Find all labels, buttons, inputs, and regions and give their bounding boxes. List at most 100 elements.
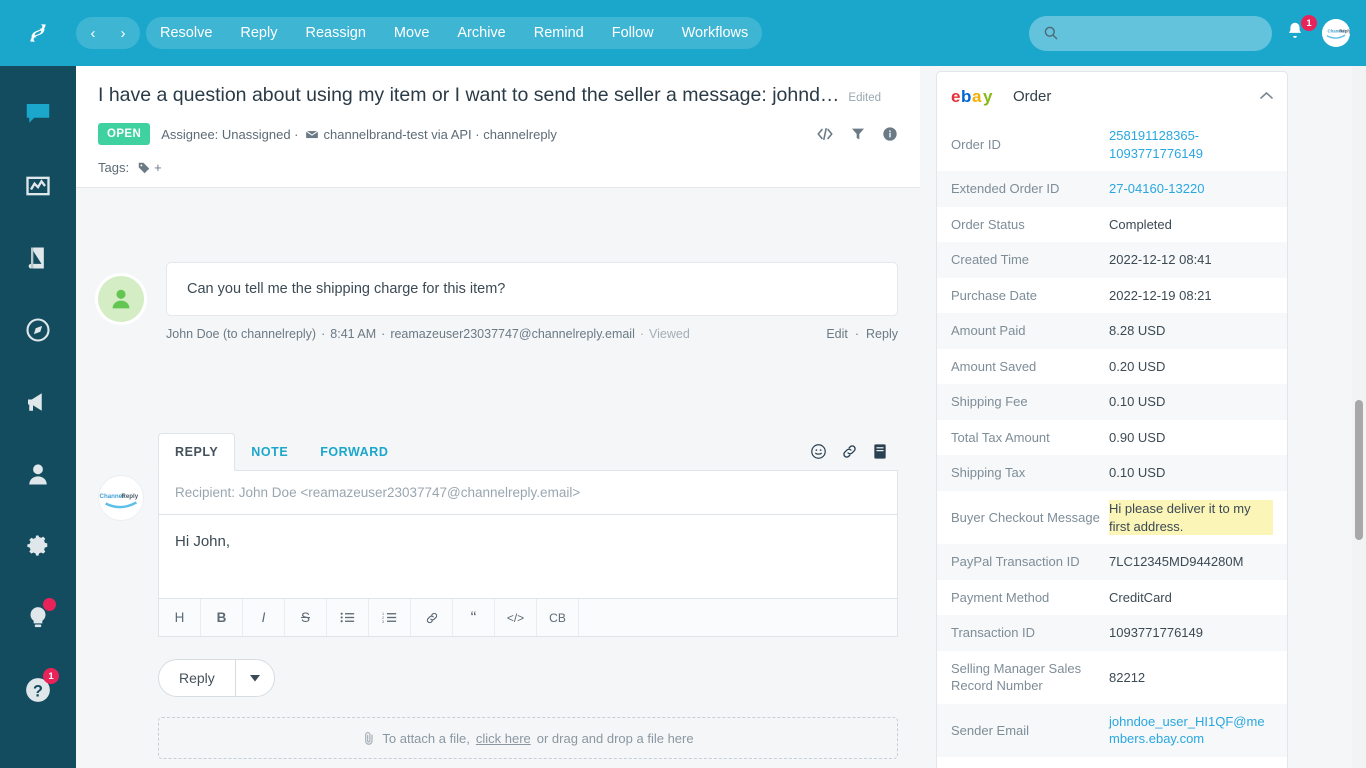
sidebar-item-ideas[interactable] xyxy=(12,592,64,644)
row-key: Amount Paid xyxy=(951,323,1026,339)
ideas-dot-badge xyxy=(43,598,56,611)
sidebar-item-docs[interactable] xyxy=(12,232,64,284)
avatar xyxy=(98,276,144,322)
search-box[interactable] xyxy=(1029,15,1272,51)
order-row: Transaction ID 1093771776149 xyxy=(937,615,1287,651)
action-reassign[interactable]: Reassign xyxy=(291,17,379,49)
ticket-subject: I have a question about using my item or… xyxy=(98,84,840,106)
sidebar-item-messages[interactable] xyxy=(12,376,64,428)
composer-header-icons xyxy=(810,443,898,460)
sidebar-item-customers[interactable] xyxy=(12,448,64,500)
top-navigation-bar: ‹ › Resolve Reply Reassign Move Archive … xyxy=(0,0,1366,66)
back-button[interactable]: ‹ xyxy=(78,18,108,48)
person-icon xyxy=(112,289,130,309)
reply-composer: Channel Reply REPLY NOTE FORWARD Recipie… xyxy=(76,433,920,759)
sidebar-item-help[interactable]: ? 1 xyxy=(12,664,64,716)
ticket-header-icons xyxy=(816,126,898,142)
action-workflows[interactable]: Workflows xyxy=(668,17,763,49)
row-key: Selling Manager Sales Record Number xyxy=(951,660,1082,694)
sidebar-item-conversations[interactable] xyxy=(12,88,64,140)
order-row: Extended Order ID 27-04160-13220 xyxy=(937,171,1287,207)
message-edit-button[interactable]: Edit xyxy=(826,327,848,341)
action-reply[interactable]: Reply xyxy=(226,17,291,49)
send-reply-button[interactable]: Reply xyxy=(159,660,235,696)
order-row: Shipping Fee 0.10 USD xyxy=(937,384,1287,420)
ticket-header-card: I have a question about using my item or… xyxy=(76,66,920,188)
conversation-thread: Can you tell me the shipping charge for … xyxy=(76,262,920,341)
insert-link-icon[interactable] xyxy=(411,599,453,636)
message-editor[interactable]: Hi John, xyxy=(158,515,898,599)
app-logo[interactable] xyxy=(0,0,76,66)
gear-icon xyxy=(27,535,48,556)
row-key: Sender Email xyxy=(951,722,1030,738)
action-follow[interactable]: Follow xyxy=(598,17,668,49)
action-archive[interactable]: Archive xyxy=(443,17,519,49)
filter-icon[interactable] xyxy=(850,126,866,142)
row-value: 1093771776149 xyxy=(1109,625,1203,641)
recipient-field[interactable]: Recipient: John Doe <reamazeuser23037747… xyxy=(158,471,898,515)
bullet-list-icon[interactable] xyxy=(327,599,369,636)
quote-icon[interactable]: “ xyxy=(453,599,495,636)
composer-tabs: REPLY NOTE FORWARD xyxy=(158,433,898,471)
message-reply-button[interactable]: Reply xyxy=(866,327,898,341)
attach-prefix: To attach a file, xyxy=(382,730,470,746)
row-key: Extended Order ID xyxy=(951,181,1060,197)
mailbox-icon xyxy=(305,130,318,139)
add-tag-button[interactable]: + xyxy=(154,160,162,175)
row-value[interactable]: 258191128365-1093771776149 xyxy=(1109,127,1273,162)
bold-icon[interactable]: B xyxy=(201,599,243,636)
tab-reply[interactable]: REPLY xyxy=(158,433,236,471)
row-value: Completed xyxy=(1109,216,1172,232)
saved-reply-icon[interactable] xyxy=(872,443,888,460)
emoji-icon[interactable] xyxy=(810,443,827,460)
svg-text:?: ? xyxy=(33,682,43,700)
search-input[interactable] xyxy=(1068,25,1258,41)
strikethrough-icon[interactable]: S xyxy=(285,599,327,636)
svg-text:y: y xyxy=(983,87,993,106)
notifications-button[interactable]: 1 xyxy=(1284,15,1317,46)
assignee-label[interactable]: Assignee: Unassigned · xyxy=(161,127,298,142)
mailbox-label[interactable]: channelbrand-test via API · channelreply xyxy=(324,127,557,142)
tab-note[interactable]: NOTE xyxy=(235,434,304,470)
row-value[interactable]: 27-04160-13220 xyxy=(1109,180,1204,198)
left-nav-rail: ? 1 xyxy=(0,66,76,768)
numbered-list-icon[interactable]: 1 2 3 xyxy=(369,599,411,636)
link-icon[interactable] xyxy=(841,443,858,460)
tag-icon[interactable]: + xyxy=(137,160,162,175)
action-remind[interactable]: Remind xyxy=(520,17,598,49)
sidebar-item-settings[interactable] xyxy=(12,520,64,572)
message-time: 8:41 AM xyxy=(330,327,377,341)
user-avatar[interactable]: Channel Reply xyxy=(1322,19,1350,47)
heading-icon[interactable]: H xyxy=(159,599,201,636)
action-resolve[interactable]: Resolve xyxy=(146,17,226,49)
svg-text:Reply: Reply xyxy=(1339,28,1350,33)
svg-text:e: e xyxy=(951,87,960,106)
attach-click-here-link[interactable]: click here xyxy=(476,731,531,746)
ebay-logo-icon: e b a y xyxy=(951,87,993,106)
order-row: Selling Manager Sales Record Number 8221… xyxy=(937,651,1287,704)
tab-forward[interactable]: FORWARD xyxy=(304,434,404,470)
message-footer: John Doe (to channelreply) · 8:41 AM · r… xyxy=(166,327,898,341)
notification-badge: 1 xyxy=(1301,15,1317,31)
ticket-action-bar: Resolve Reply Reassign Move Archive Remi… xyxy=(146,17,763,49)
info-icon[interactable] xyxy=(882,126,898,142)
page-scrollbar[interactable] xyxy=(1352,66,1366,768)
forward-button[interactable]: › xyxy=(108,18,138,48)
row-key: Purchase Date xyxy=(951,287,1037,303)
sidebar-item-beacon[interactable] xyxy=(12,304,64,356)
helpscout-logo-icon xyxy=(30,24,46,42)
italic-icon[interactable]: I xyxy=(243,599,285,636)
codeblock-icon[interactable]: CB xyxy=(537,599,579,636)
code-icon[interactable] xyxy=(816,127,834,141)
file-dropzone[interactable]: To attach a file, click here or drag and… xyxy=(158,717,898,759)
beacon-icon xyxy=(26,318,50,342)
sidebar-item-reports[interactable] xyxy=(12,160,64,212)
message-action-separator: · xyxy=(854,327,860,341)
row-value[interactable]: johndoe_user_HI1QF@members.ebay.com xyxy=(1109,713,1273,748)
order-row: Order Status Completed xyxy=(937,207,1287,243)
code-icon[interactable]: </> xyxy=(495,599,537,636)
send-options-dropdown[interactable] xyxy=(234,660,274,696)
action-move[interactable]: Move xyxy=(380,17,443,49)
scrollbar-thumb[interactable] xyxy=(1355,400,1363,540)
chevron-up-icon[interactable] xyxy=(1260,87,1273,105)
